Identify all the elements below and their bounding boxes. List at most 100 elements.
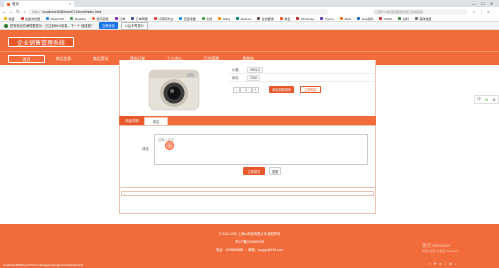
tab-product-detail[interactable]: 商品详情 bbox=[120, 116, 144, 125]
bookmark-label: Maplibre bbox=[74, 16, 87, 21]
pager-next-icon[interactable]: > bbox=[369, 192, 371, 196]
nav-item[interactable]: 首页 bbox=[8, 54, 45, 63]
bookmark-favicon-icon bbox=[131, 17, 135, 20]
tab-title: 首页 bbox=[12, 1, 19, 6]
bookmark-label: 计算机毕业 bbox=[158, 16, 174, 21]
bookmark-item[interactable]: KFCfinder bbox=[296, 17, 314, 21]
bookmark-item[interactable]: 其他收藏 bbox=[414, 16, 432, 21]
bookmark-label: bilibili bbox=[222, 16, 231, 21]
bookmark-item[interactable]: JAVA bbox=[339, 16, 352, 21]
bookmark-item[interactable]: 文档 bbox=[201, 17, 212, 21]
bookmark-item[interactable]: 谷歌浏览器 bbox=[20, 16, 41, 21]
bookmark-favicon-icon bbox=[414, 17, 418, 20]
review-pager: < > bbox=[121, 191, 374, 196]
bookmark-label: Typing bbox=[324, 16, 334, 21]
bookmark-label: java资料 bbox=[361, 16, 374, 21]
bookmark-item[interactable]: CSDN bbox=[379, 17, 392, 21]
system-tray-icons: ☁ ⚑ ✉ ♪ 中 ⌂ bbox=[428, 262, 458, 266]
bookmark-favicon-icon bbox=[179, 17, 183, 20]
browser-menu-icons[interactable]: ☆ ⋮ ≡ bbox=[472, 9, 491, 14]
notice-bar: 您有电池充满需要提示：已达到80%电量，下一个·健康度？ 立即优化 以后不再提示 bbox=[0, 21, 499, 30]
bookmark-item[interactable]: Maplibre bbox=[70, 17, 86, 21]
tab-close-icon[interactable]: × bbox=[69, 2, 71, 6]
settings-icon[interactable]: ⚙ bbox=[493, 98, 496, 102]
dismiss-button[interactable]: 以后不再提示 bbox=[120, 21, 148, 30]
stock-label: 库存 bbox=[232, 76, 239, 80]
url-input[interactable]: http:// localhost:8080/ssm071/front/inde… bbox=[28, 8, 328, 15]
bookmark-item[interactable]: Typing bbox=[320, 16, 334, 21]
qty-minus-button[interactable]: - bbox=[233, 87, 240, 93]
bookmark-favicon-icon bbox=[320, 17, 324, 20]
bookmark-label: abstract bbox=[240, 16, 252, 21]
bookmark-favicon-icon bbox=[357, 17, 361, 20]
bookmark-item[interactable]: 收藏 bbox=[4, 17, 15, 21]
bookmark-item[interactable]: java资料 bbox=[357, 17, 373, 21]
price-label: 价格 bbox=[232, 68, 239, 72]
bookmark-item[interactable]: 淘宝 bbox=[279, 17, 290, 21]
qty-input[interactable]: 1 bbox=[240, 87, 252, 93]
click-indicator: 1 bbox=[165, 141, 174, 150]
bookmark-item[interactable]: 订单明细 bbox=[131, 17, 148, 21]
watermark-sub: 转到"设置"以激活 Windows。 bbox=[422, 249, 462, 253]
browser-search-input[interactable]: 口罩什么情况还能回去用口罩用完吗 bbox=[372, 8, 468, 15]
browser-tab-bar: 首页 × — ☐ ✕ bbox=[0, 0, 499, 7]
bookmark-favicon-icon bbox=[4, 17, 7, 20]
bookmark-favicon-icon bbox=[153, 17, 157, 20]
bookmark-favicon-icon bbox=[398, 17, 402, 20]
review-textarea[interactable]: 请输入评论 bbox=[154, 134, 368, 165]
bookmark-item[interactable]: 订单 bbox=[114, 16, 126, 21]
site-title: 企业销售管理系统 bbox=[8, 37, 74, 47]
bookmark-item[interactable]: 计算机毕业 bbox=[153, 16, 174, 21]
ime-chinese-icon[interactable]: 中 bbox=[477, 97, 481, 102]
reload-icon[interactable]: ↻ bbox=[15, 9, 21, 15]
status-bar: localhost:8080/ssm071/front/pages/shangp… bbox=[0, 262, 499, 268]
bookmark-favicon-icon bbox=[296, 17, 300, 20]
minimize-icon[interactable]: — bbox=[472, 1, 476, 6]
bookmark-favicon-icon bbox=[218, 17, 222, 20]
review-label: 评论 bbox=[142, 147, 149, 151]
reset-button[interactable]: 重置 bbox=[269, 167, 281, 175]
bookmark-label: 其他收藏 bbox=[419, 16, 432, 21]
bookmark-favicon-icon bbox=[379, 17, 383, 20]
bookmark-favicon-icon bbox=[20, 17, 24, 20]
optimize-button[interactable]: 立即优化 bbox=[98, 22, 118, 29]
bookmark-label: JAVA bbox=[344, 16, 352, 21]
bookmark-item[interactable]: bilibili bbox=[218, 17, 230, 21]
buy-now-button[interactable]: 立即购买 bbox=[300, 86, 321, 93]
bookmark-item[interactable]: abstract bbox=[236, 17, 251, 21]
bookmark-label: KFCfinder bbox=[300, 16, 315, 21]
bookmark-label: 订单 bbox=[119, 16, 126, 21]
price-value: 9694.0 bbox=[247, 66, 264, 73]
bookmark-item[interactable]: 资料 bbox=[398, 17, 409, 21]
bookmark-favicon-icon bbox=[236, 17, 240, 20]
bookmark-label: 谷歌浏览器 bbox=[25, 16, 41, 21]
back-icon[interactable]: ← bbox=[1, 9, 7, 14]
bookmark-label: 资料 bbox=[402, 16, 409, 21]
nav-item[interactable]: 商品资讯 bbox=[82, 55, 119, 63]
bookmark-favicon-icon bbox=[46, 17, 50, 20]
maximize-icon[interactable]: ☐ bbox=[481, 1, 485, 6]
bookmark-item[interactable]: 百度地图 bbox=[179, 17, 196, 21]
site-header: 企业销售管理系统 bbox=[0, 30, 499, 51]
detail-tabs: 商品详情 评论 bbox=[119, 116, 376, 126]
stock-row: 库存 2000 bbox=[229, 74, 375, 82]
nav-item[interactable]: 商品信息 bbox=[45, 55, 82, 63]
bookmark-label: 腾讯视频 bbox=[96, 16, 109, 21]
battery-icon bbox=[4, 23, 8, 28]
bookmark-favicon-icon bbox=[257, 17, 261, 20]
close-window-icon[interactable]: ✕ bbox=[490, 1, 493, 6]
add-to-cart-button[interactable]: 添加到购物车 bbox=[269, 86, 295, 93]
status-url: localhost:8080/ssm071/front/pages/shangp… bbox=[3, 263, 84, 267]
floating-toolbar: 中 G ⚙ bbox=[474, 95, 499, 104]
forward-icon[interactable]: → bbox=[8, 9, 14, 14]
bookmark-favicon-icon bbox=[279, 17, 283, 20]
bookmark-item[interactable]: MapuTOP bbox=[46, 17, 64, 21]
submit-review-button[interactable]: 立即提交 bbox=[243, 167, 265, 175]
bookmark-item[interactable]: 在线翻译 bbox=[257, 17, 274, 21]
pager-prev-icon[interactable]: < bbox=[124, 192, 126, 196]
translate-icon[interactable]: G bbox=[485, 98, 488, 102]
qty-plus-button[interactable]: + bbox=[252, 87, 259, 93]
bookmark-item[interactable]: 腾讯视频 bbox=[92, 17, 109, 21]
search-placeholder: 口罩什么情况还能回去用口罩用完吗 bbox=[375, 9, 424, 14]
notice-text: 您有电池充满需要提示：已达到80%电量，下一个·健康度？ bbox=[10, 24, 94, 28]
